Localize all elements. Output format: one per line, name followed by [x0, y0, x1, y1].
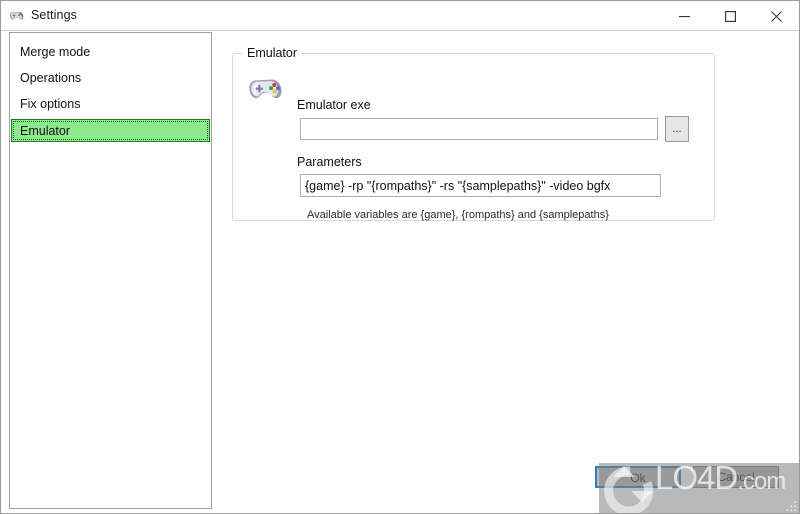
main-content: Emulator Emulator exe ... Parameters {ga… — [212, 32, 799, 513]
minimize-icon[interactable] — [661, 1, 707, 31]
cancel-button[interactable]: Cancel — [693, 466, 779, 488]
emulator-exe-input[interactable] — [300, 118, 658, 140]
gamepad-icon — [247, 73, 287, 109]
sidebar-item-label: Fix options — [20, 97, 81, 111]
sidebar-item-emulator[interactable]: Emulator — [11, 119, 210, 142]
gamepad-icon — [9, 8, 26, 24]
window-controls — [661, 1, 799, 31]
title-bar: Settings — [1, 1, 799, 31]
sidebar-item-label: Operations — [20, 71, 82, 85]
emulator-groupbox: Emulator Emulator exe ... Parameters {ga… — [232, 46, 715, 221]
parameters-label: Parameters — [297, 155, 362, 169]
groupbox-title: Emulator — [243, 46, 302, 60]
emulator-exe-label: Emulator exe — [297, 98, 371, 112]
close-icon[interactable] — [753, 1, 799, 31]
browse-button[interactable]: ... — [665, 116, 689, 142]
maximize-icon[interactable] — [707, 1, 753, 31]
ok-button[interactable]: Ok — [595, 466, 681, 488]
settings-window: Settings Merge mode Operations Fix optio… — [0, 0, 800, 514]
available-variables-hint: Available variables are {game}, {rompath… — [307, 209, 609, 221]
sidebar-item-label: Emulator — [20, 124, 71, 138]
sidebar-item-fix-options[interactable]: Fix options — [11, 93, 210, 116]
sidebar-item-operations[interactable]: Operations — [11, 67, 210, 90]
sidebar-item-label: Merge mode — [20, 45, 91, 59]
settings-category-list[interactable]: Merge mode Operations Fix options Emulat… — [9, 32, 212, 509]
window-title: Settings — [31, 8, 77, 22]
parameters-input[interactable] — [300, 174, 661, 197]
sidebar-item-merge-mode[interactable]: Merge mode — [11, 41, 210, 64]
